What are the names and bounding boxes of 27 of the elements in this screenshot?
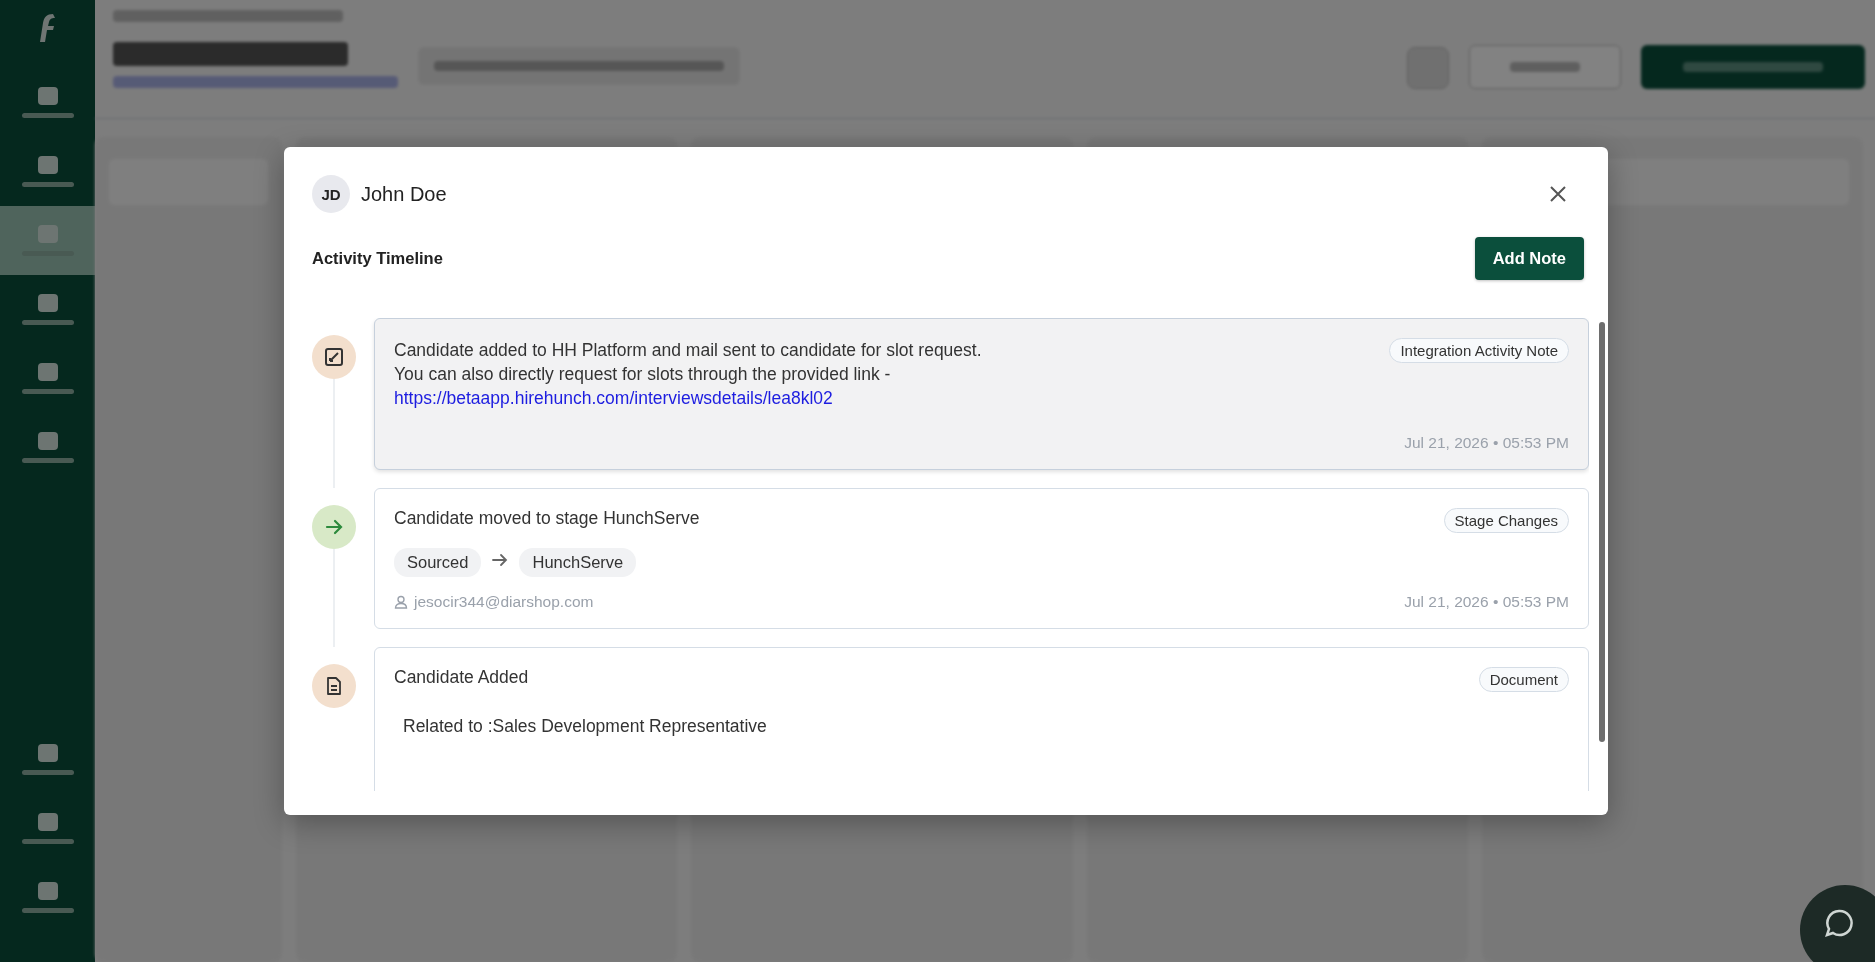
edit-square-icon (324, 347, 344, 367)
activity-type-tag: Stage Changes (1443, 508, 1569, 533)
candidate-name: John Doe (361, 182, 448, 206)
chat-launcher[interactable] (1800, 885, 1875, 962)
activity-title: Candidate moved to stage HunchServe (394, 508, 700, 529)
section-title: Activity Timeline (312, 249, 443, 268)
add-note-button[interactable]: Add Note (1474, 237, 1584, 280)
arrow-right-icon (491, 552, 510, 568)
stage-pill: HunchServe (519, 548, 637, 577)
avatar-initials: JD (312, 175, 350, 213)
activity-title: Candidate Added (394, 667, 529, 688)
chat-icon (1823, 907, 1855, 939)
activity-message: Candidate added to HH Platform and mail sent to candidate for slot request. (394, 339, 982, 362)
timestamp: Jul 21, 2026 • 05:53 PM (1404, 434, 1569, 452)
user-email: jesocir344@diarshop.com (414, 593, 594, 611)
user-icon (394, 595, 408, 609)
interview-link[interactable]: https://betaapp.hirehunch.com/interviewsdetails/lea8kl02 (394, 388, 833, 408)
activity-type-tag: Integration Activity Note (1389, 338, 1569, 363)
close-icon (1549, 185, 1567, 203)
document-icon (324, 676, 344, 696)
stage-pill: Sourced (394, 548, 482, 577)
related-job-text: Related to :Sales Development Representative (403, 716, 768, 737)
scrollbar[interactable] (1599, 322, 1605, 742)
activity-message: You can also directly request for slots through the provided link - (394, 363, 892, 386)
timestamp: Jul 21, 2026 • 05:53 PM (1404, 593, 1569, 611)
arrow-right-icon (324, 517, 344, 537)
activity-type-tag: Document (1478, 667, 1569, 692)
